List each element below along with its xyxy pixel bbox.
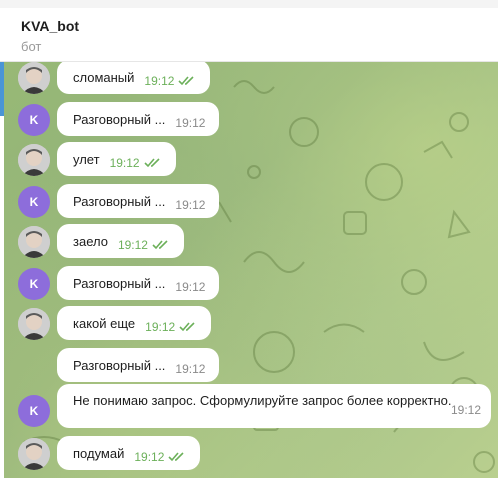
message-text: Не понимаю запрос. Сформулируйте запрос … — [73, 393, 452, 408]
message-text: Разговорный ... — [73, 275, 166, 291]
user-avatar[interactable] — [18, 308, 50, 340]
user-avatar[interactable] — [18, 438, 50, 470]
message-row: улет 19:12 — [4, 142, 498, 182]
bot-avatar[interactable]: K — [18, 186, 50, 218]
bot-avatar-letter: K — [29, 277, 39, 291]
message-time: 19:12 — [175, 280, 206, 294]
message-row: заело 19:12 — [4, 224, 498, 264]
message-bubble[interactable]: какой еще 19:12 — [57, 306, 212, 340]
message-row: K Не понимаю запрос. Сформулируйте запро… — [4, 384, 498, 432]
chat-subtitle: бот — [21, 39, 42, 54]
message-bubble[interactable]: Разговорный ... 19:12 — [57, 102, 220, 136]
message-row: K Разговорный ... 19:12 — [4, 266, 498, 306]
message-bubble[interactable]: Разговорный ... 19:12 — [57, 184, 220, 218]
message-row: какой еще 19:12 — [4, 306, 498, 346]
message-bubble[interactable]: Не понимаю запрос. Сформулируйте запрос … — [57, 384, 491, 428]
chat-header[interactable]: KVA_bot бот — [0, 8, 498, 62]
window-top-strip — [0, 0, 498, 8]
message-time: 19:12 — [144, 74, 175, 88]
user-photo-icon — [18, 308, 50, 340]
user-photo-icon — [18, 144, 50, 176]
double-check-icon — [178, 76, 195, 86]
message-time: 19:12 — [109, 156, 140, 170]
user-avatar[interactable] — [18, 144, 50, 176]
message-time: 19:12 — [175, 362, 206, 376]
message-bubble[interactable]: заело 19:12 — [57, 224, 184, 258]
message-text: Разговорный ... — [73, 111, 166, 127]
user-avatar[interactable] — [18, 226, 50, 258]
message-text: улет — [73, 151, 100, 167]
message-row: K Разговорный ... 19:12 — [4, 184, 498, 224]
bot-avatar-letter: K — [29, 195, 39, 209]
message-row: подумай 19:12 — [4, 436, 498, 476]
message-text: какой еще — [73, 315, 136, 331]
message-time: 19:12 — [134, 450, 165, 464]
message-text: заело — [73, 233, 108, 249]
message-bubble[interactable]: сломаный 19:12 — [57, 62, 211, 94]
message-text: Разговорный ... — [73, 193, 166, 209]
message-list[interactable]: сломаный 19:12 K Разговорный ... 19:12 у… — [4, 62, 498, 478]
message-time: 19:12 — [117, 238, 148, 252]
bot-avatar-letter: K — [29, 113, 39, 127]
message-bubble[interactable]: Разговорный ... 19:12 — [57, 348, 220, 382]
message-bubble[interactable]: Разговорный ... 19:12 — [57, 266, 220, 300]
chat-title: KVA_bot — [21, 18, 80, 34]
message-time: 19:12 — [175, 198, 206, 212]
bot-avatar[interactable]: K — [18, 268, 50, 300]
message-time: 19:12 — [145, 320, 176, 334]
double-check-icon — [152, 240, 168, 250]
bot-avatar[interactable]: K — [18, 104, 50, 136]
message-row: K Разговорный ... 19:12 — [4, 102, 498, 142]
double-check-icon — [144, 158, 160, 168]
message-text: Разговорный ... — [73, 357, 166, 373]
user-photo-icon — [18, 226, 50, 258]
message-time: 19:12 — [450, 403, 481, 417]
message-row: Разговорный ... 19:12 — [4, 348, 498, 388]
double-check-icon — [179, 322, 195, 332]
bot-avatar[interactable]: K — [18, 395, 50, 427]
user-photo-icon — [18, 438, 50, 470]
message-text: сломаный — [73, 69, 135, 85]
message-bubble[interactable]: улет 19:12 — [57, 142, 176, 176]
double-check-icon — [168, 452, 184, 462]
user-photo-icon — [18, 62, 50, 94]
user-avatar[interactable] — [18, 62, 50, 94]
bot-avatar-letter: K — [29, 404, 39, 418]
message-text: подумай — [73, 445, 125, 461]
message-row: сломаный 19:12 — [4, 62, 498, 100]
message-bubble[interactable]: подумай 19:12 — [57, 436, 201, 470]
message-time: 19:12 — [175, 116, 206, 130]
